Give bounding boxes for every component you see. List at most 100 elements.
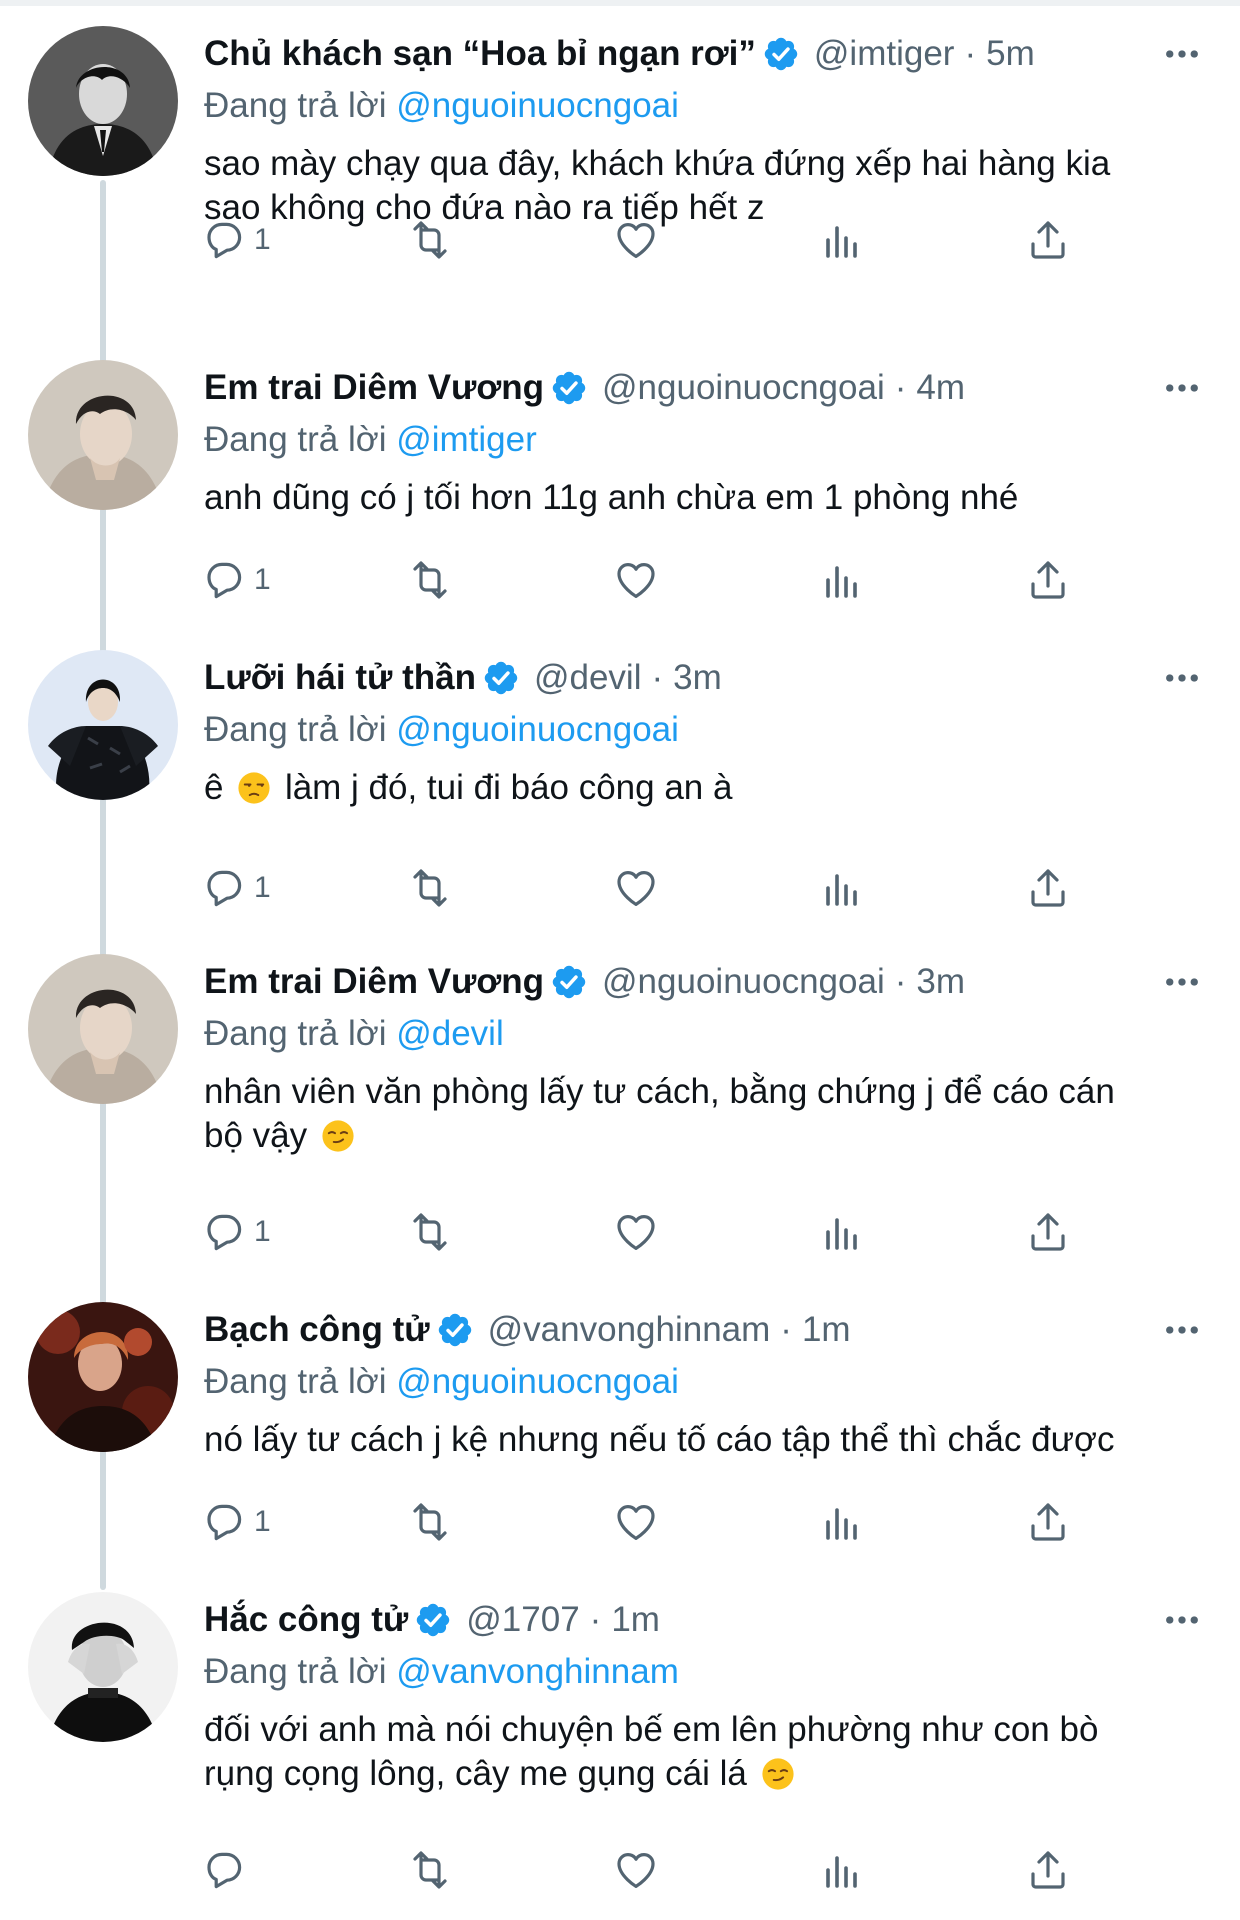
avatar[interactable]	[28, 360, 178, 510]
more-icon	[1161, 1309, 1203, 1351]
share-button[interactable]	[1024, 1494, 1072, 1550]
reply-button[interactable]: 1	[200, 552, 271, 608]
retweet-button[interactable]	[406, 212, 454, 268]
username[interactable]: @nguoinuocngoai	[602, 368, 885, 408]
like-button[interactable]	[612, 552, 660, 608]
display-name[interactable]: Bạch công tử	[204, 1310, 430, 1350]
display-name[interactable]: Em trai Diêm Vương	[204, 962, 544, 1002]
heart-icon	[612, 864, 660, 912]
share-button[interactable]	[1024, 1842, 1072, 1898]
analytics-button[interactable]	[818, 212, 866, 268]
separator-dot: ·	[894, 962, 907, 1001]
more-options-button[interactable]	[1158, 364, 1206, 412]
username[interactable]: @imtiger	[814, 34, 955, 74]
display-name[interactable]: Em trai Diêm Vương	[204, 368, 544, 408]
more-options-button[interactable]	[1158, 1306, 1206, 1354]
reply-button[interactable]	[200, 1842, 254, 1898]
timestamp[interactable]: 3m	[916, 962, 965, 1002]
analytics-button[interactable]	[818, 860, 866, 916]
replying-to-label: Đang trả lời	[204, 420, 387, 459]
display-name[interactable]: Lưỡi hái tử thần	[204, 658, 476, 698]
retweet-button[interactable]	[406, 860, 454, 916]
like-button[interactable]	[612, 212, 660, 268]
avatar[interactable]	[28, 954, 178, 1104]
smirking-face-emoji-icon	[321, 1119, 355, 1153]
like-button[interactable]	[612, 1494, 660, 1550]
top-divider	[0, 0, 1240, 6]
analytics-button[interactable]	[818, 552, 866, 608]
avatar[interactable]	[28, 650, 178, 800]
analytics-button[interactable]	[818, 1204, 866, 1260]
reply-count: 1	[254, 871, 271, 904]
bar-chart-icon	[818, 1846, 866, 1894]
more-options-button[interactable]	[1158, 1596, 1206, 1644]
more-options-button[interactable]	[1158, 30, 1206, 78]
reply-button[interactable]: 1	[200, 860, 271, 916]
retweet-button[interactable]	[406, 552, 454, 608]
analytics-button[interactable]	[818, 1494, 866, 1550]
like-button[interactable]	[612, 1842, 660, 1898]
action-bar	[200, 1842, 1080, 1898]
analytics-button[interactable]	[818, 1842, 866, 1898]
heart-icon	[612, 216, 660, 264]
share-button[interactable]	[1024, 860, 1072, 916]
share-button[interactable]	[1024, 1204, 1072, 1260]
share-button[interactable]	[1024, 552, 1072, 608]
avatar[interactable]	[28, 1592, 178, 1742]
action-bar: 1	[200, 212, 1080, 268]
replying-to-mention[interactable]: @devil	[396, 1014, 504, 1053]
action-bar: 1	[200, 1204, 1080, 1260]
timestamp[interactable]: 3m	[673, 658, 722, 698]
more-options-button[interactable]	[1158, 654, 1206, 702]
retweet-icon	[406, 1846, 454, 1894]
more-icon	[1161, 367, 1203, 409]
verified-badge-icon	[762, 35, 800, 73]
replying-to-label: Đang trả lời	[204, 1014, 387, 1053]
reply-icon	[200, 1498, 248, 1546]
timestamp[interactable]: 4m	[916, 368, 965, 408]
timestamp[interactable]: 1m	[802, 1310, 851, 1350]
replying-to-label: Đang trả lời	[204, 710, 387, 749]
retweet-button[interactable]	[406, 1204, 454, 1260]
replying-to-mention[interactable]: @imtiger	[396, 420, 537, 459]
avatar-image	[28, 1302, 178, 1452]
reply-button[interactable]: 1	[200, 1494, 271, 1550]
avatar-image	[28, 650, 178, 800]
retweet-button[interactable]	[406, 1494, 454, 1550]
share-icon	[1024, 1208, 1072, 1256]
more-options-button[interactable]	[1158, 958, 1206, 1006]
username[interactable]: @devil	[534, 658, 642, 698]
heart-icon	[612, 1846, 660, 1894]
timestamp[interactable]: 5m	[986, 34, 1035, 74]
reply-count: 1	[254, 1505, 271, 1538]
replying-to-mention[interactable]: @vanvonghinnam	[396, 1652, 679, 1691]
bar-chart-icon	[818, 216, 866, 264]
reply-icon	[200, 216, 248, 264]
reply-button[interactable]: 1	[200, 1204, 271, 1260]
heart-icon	[612, 556, 660, 604]
heart-icon	[612, 1498, 660, 1546]
avatar-image	[28, 26, 178, 176]
action-bar: 1	[200, 552, 1080, 608]
bar-chart-icon	[818, 1208, 866, 1256]
like-button[interactable]	[612, 860, 660, 916]
tweet-text-container: ê làm j đó, tui đi báo công an à	[204, 766, 1206, 810]
like-button[interactable]	[612, 1204, 660, 1260]
username[interactable]: @vanvonghinnam	[488, 1310, 771, 1350]
separator-dot: ·	[964, 34, 977, 73]
replying-to-mention[interactable]: @nguoinuocngoai	[396, 86, 679, 125]
avatar[interactable]	[28, 1302, 178, 1452]
timestamp[interactable]: 1m	[611, 1600, 660, 1640]
avatar[interactable]	[28, 26, 178, 176]
username[interactable]: @1707	[466, 1600, 579, 1640]
share-button[interactable]	[1024, 212, 1072, 268]
display-name[interactable]: Chủ khách sạn “Hoa bỉ ngạn rơi”	[204, 34, 756, 74]
display-name[interactable]: Hắc công tử	[204, 1600, 408, 1640]
reply-button[interactable]: 1	[200, 212, 271, 268]
retweet-button[interactable]	[406, 1842, 454, 1898]
username[interactable]: @nguoinuocngoai	[602, 962, 885, 1002]
replying-to-mention[interactable]: @nguoinuocngoai	[396, 1362, 679, 1401]
replying-to-mention[interactable]: @nguoinuocngoai	[396, 710, 679, 749]
reply-icon	[200, 1846, 248, 1894]
more-icon	[1161, 961, 1203, 1003]
